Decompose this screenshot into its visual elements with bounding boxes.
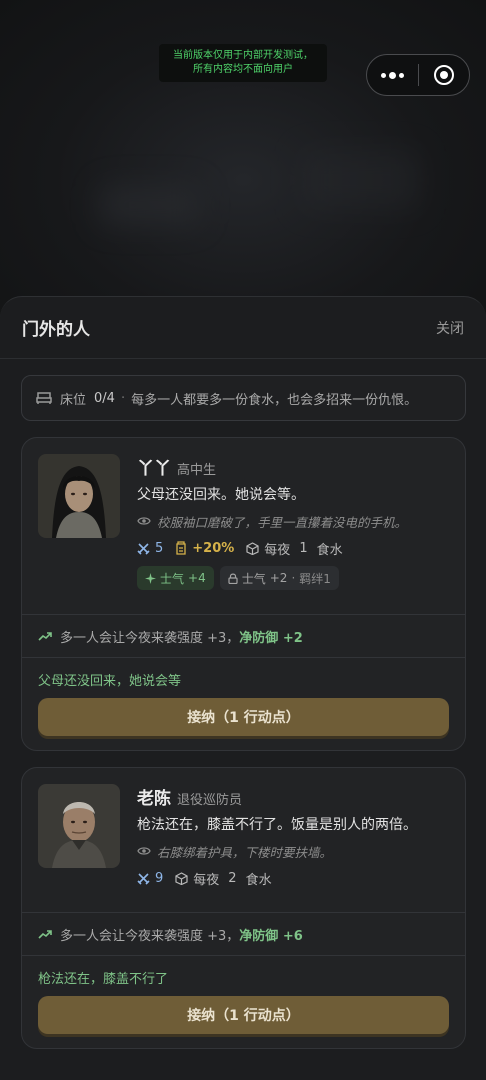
food-cost-stat: 每夜 2 食水 (175, 869, 272, 888)
target-icon (433, 65, 454, 85)
accept-button[interactable]: 接纳（1 行动点） (38, 698, 449, 736)
morale-tag: 士气 +4 (137, 566, 214, 590)
impact-defense: 净防御 +6 (239, 928, 303, 944)
bonus-value: +20% (192, 540, 235, 556)
tag-value: +4 (188, 571, 206, 585)
food-unit: 食水 (316, 542, 343, 558)
impact-text: 多一人会让今夜来袭强度 +3， (60, 928, 240, 944)
dev-notice-line-2: 所有内容均不面向用户 (193, 64, 293, 75)
tag-separator: · (291, 571, 296, 585)
miniprogram-capsule (366, 54, 470, 96)
food-amount: 2 (228, 870, 237, 886)
exit-button[interactable] (418, 54, 469, 96)
candidate-tags: 士气 +4 士气 +2 · 羁绊1 (137, 566, 449, 590)
blurred-scene (100, 185, 200, 225)
fight-value: 9 (155, 870, 164, 886)
dev-notice-banner: 当前版本仅用于内部开发测试， 所有内容均不面向用户 (159, 44, 327, 82)
food-prefix: 每夜 (193, 872, 220, 888)
bond-tag: 士气 +2 · 羁绊1 (219, 566, 339, 590)
candidate-stats: 5 +20% 每夜 1 食水 (137, 538, 449, 558)
impact-text: 多一人会让今夜来袭强度 +3， (60, 630, 240, 646)
box-icon (175, 871, 188, 885)
candidate-hint: 父母还没回来，她说会等 (38, 674, 182, 689)
box-icon (246, 541, 259, 555)
fight-stat: 9 (137, 871, 163, 886)
candidate-name: 老陈 (137, 789, 171, 809)
crossed-swords-icon (137, 542, 150, 555)
bed-label: 床位 (60, 392, 87, 408)
observation-text: 校服袖口磨破了，手里一直攥着没电的手机。 (157, 514, 408, 530)
sparkle-icon (145, 572, 156, 584)
food-cost-stat: 每夜 1 食水 (246, 539, 343, 558)
bed-capacity-bar: 床位 0/4 · 每多一人都要多一份食水，也会多招来一份仇恨。 (21, 375, 466, 421)
fight-stat: 5 (137, 541, 163, 556)
sheet-header: 门外的人 关闭 (0, 297, 486, 359)
accept-button[interactable]: 接纳（1 行动点） (38, 996, 449, 1034)
bonus-stat: +20% (175, 541, 234, 556)
impact-row: 多一人会让今夜来袭强度 +3，净防御 +2 (22, 615, 465, 657)
impact-row: 多一人会让今夜来袭强度 +3，净防御 +6 (22, 913, 465, 955)
fight-value: 5 (155, 540, 164, 556)
more-menu-button[interactable] (367, 54, 418, 96)
candidate-quote: 枪法还在，膝盖不行了。饭量是别人的两倍。 (137, 817, 417, 833)
candidate-quote: 父母还没回来。她说会等。 (137, 487, 305, 503)
impact-defense: 净防御 +2 (239, 630, 303, 646)
close-button[interactable]: 关闭 (436, 318, 464, 338)
bed-count: 0/4 (94, 390, 115, 406)
visitors-sheet: 门外的人 关闭 床位 0/4 · 每多一人都要多一份食水，也会多招来一份仇恨。 (0, 296, 486, 1080)
observation-text: 右膝绑着护具，下楼时要扶墙。 (157, 844, 333, 860)
bed-icon (36, 392, 52, 404)
sheet-title: 门外的人 (22, 320, 90, 340)
bed-separator: · (120, 390, 126, 406)
more-dot-icon (380, 72, 386, 78)
trend-up-icon (38, 930, 52, 939)
food-amount: 1 (299, 540, 308, 556)
blurred-scene (300, 150, 420, 210)
tag-label: 士气 (160, 571, 185, 586)
portrait-image (38, 454, 120, 538)
tag-label: 士气 (241, 571, 266, 586)
trend-up-icon (38, 632, 52, 641)
eye-icon (137, 517, 151, 525)
candidate-name: 丫丫 (137, 459, 171, 479)
candidate-stats: 9 每夜 2 食水 (137, 868, 449, 888)
tag-extra: 羁绊1 (299, 571, 331, 586)
food-unit: 食水 (245, 872, 272, 888)
candidate-card: 老陈 退役巡防员 枪法还在，膝盖不行了。饭量是别人的两倍。 右膝绑着护具，下楼时… (21, 767, 466, 1049)
tag-value: +2 (269, 571, 288, 585)
candidate-role: 退役巡防员 (177, 793, 243, 808)
crossed-swords-icon (137, 872, 150, 885)
candidate-card: 丫丫 高中生 父母还没回来。她说会等。 校服袖口磨破了，手里一直攥着没电的手机。 (21, 437, 466, 751)
candidate-role: 高中生 (177, 463, 217, 478)
food-prefix: 每夜 (264, 542, 291, 558)
bed-description: 每多一人都要多一份食水，也会多招来一份仇恨。 (131, 392, 418, 408)
lock-icon (228, 573, 238, 584)
more-dot-icon (388, 71, 396, 79)
eye-icon (137, 847, 151, 855)
candidate-observation: 校服袖口磨破了，手里一直攥着没电的手机。 (137, 512, 449, 530)
dev-notice-line-1: 当前版本仅用于内部开发测试， (173, 50, 313, 61)
jar-icon (176, 541, 186, 555)
candidate-observation: 右膝绑着护具，下楼时要扶墙。 (137, 842, 449, 860)
more-dot-icon (398, 72, 404, 78)
candidate-hint: 枪法还在，膝盖不行了 (38, 972, 169, 987)
portrait-image (38, 784, 120, 868)
